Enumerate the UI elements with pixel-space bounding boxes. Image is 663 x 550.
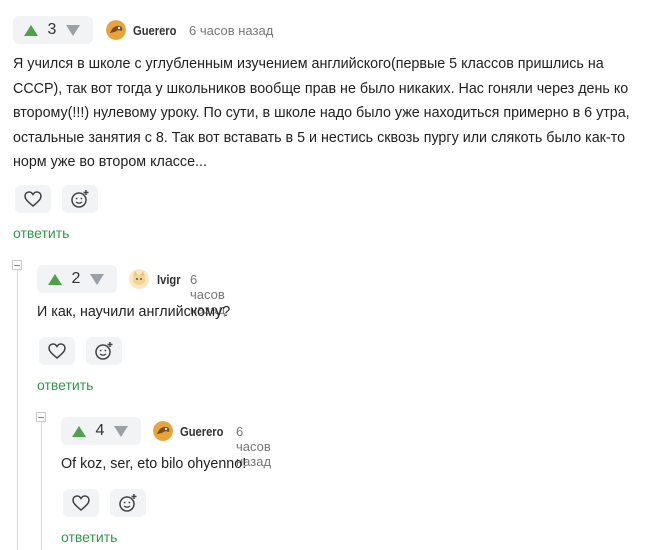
author-name[interactable]: Ivigr [157, 272, 181, 287]
comment-text: И как, научили английскому? [37, 304, 231, 320]
reply-link[interactable]: ответить [37, 377, 93, 393]
vote-widget: 2 [37, 265, 117, 293]
vote-widget: 3 [13, 16, 93, 44]
bird-avatar-icon [106, 20, 126, 40]
cat-avatar-icon [129, 269, 149, 289]
reply-link[interactable]: ответить [61, 529, 117, 545]
triangle-up-icon [24, 24, 38, 36]
vote-score: 2 [71, 270, 81, 287]
upvote-button[interactable] [67, 419, 91, 443]
comment-text: Я учился в школе с углубленным изучением… [13, 56, 630, 170]
downvote-button[interactable] [109, 419, 133, 443]
bird-avatar-icon [153, 421, 173, 441]
comment-time: 6 часов назад [189, 23, 274, 38]
vote-score: 3 [47, 21, 57, 38]
comment-text: Of koz, ser, eto bilo ohyenno! [61, 456, 247, 472]
collapse-thread-button[interactable] [12, 260, 22, 270]
smile-plus-icon [119, 494, 137, 512]
smile-plus-icon [71, 190, 89, 208]
heart-icon [72, 495, 90, 511]
like-button[interactable] [63, 489, 99, 517]
triangle-down-icon [114, 425, 128, 437]
smile-plus-icon [95, 342, 113, 360]
triangle-up-icon [48, 273, 62, 285]
avatar[interactable] [106, 20, 126, 40]
add-reaction-button[interactable] [86, 337, 122, 365]
triangle-down-icon [90, 273, 104, 285]
thread-line [17, 270, 18, 550]
downvote-button[interactable] [61, 18, 85, 42]
triangle-up-icon [72, 425, 86, 437]
vote-score: 4 [95, 422, 105, 439]
triangle-down-icon [66, 24, 80, 36]
avatar[interactable] [129, 269, 149, 289]
author-name[interactable]: Guerero [180, 424, 223, 439]
thread-line [41, 422, 42, 550]
comment-root: 3 Guerero 6 часов назад Я учился в школе… [0, 0, 663, 250]
author-name[interactable]: Guerero [133, 23, 176, 38]
add-reaction-button[interactable] [110, 489, 146, 517]
upvote-button[interactable] [19, 18, 43, 42]
heart-icon [48, 343, 66, 359]
upvote-button[interactable] [43, 267, 67, 291]
like-button[interactable] [15, 185, 51, 213]
reply-link[interactable]: ответить [13, 225, 69, 241]
add-reaction-button[interactable] [62, 185, 98, 213]
heart-icon [24, 191, 42, 207]
vote-widget: 4 [61, 417, 141, 445]
avatar[interactable] [153, 421, 173, 441]
collapse-thread-button[interactable] [36, 412, 46, 422]
downvote-button[interactable] [85, 267, 109, 291]
like-button[interactable] [39, 337, 75, 365]
